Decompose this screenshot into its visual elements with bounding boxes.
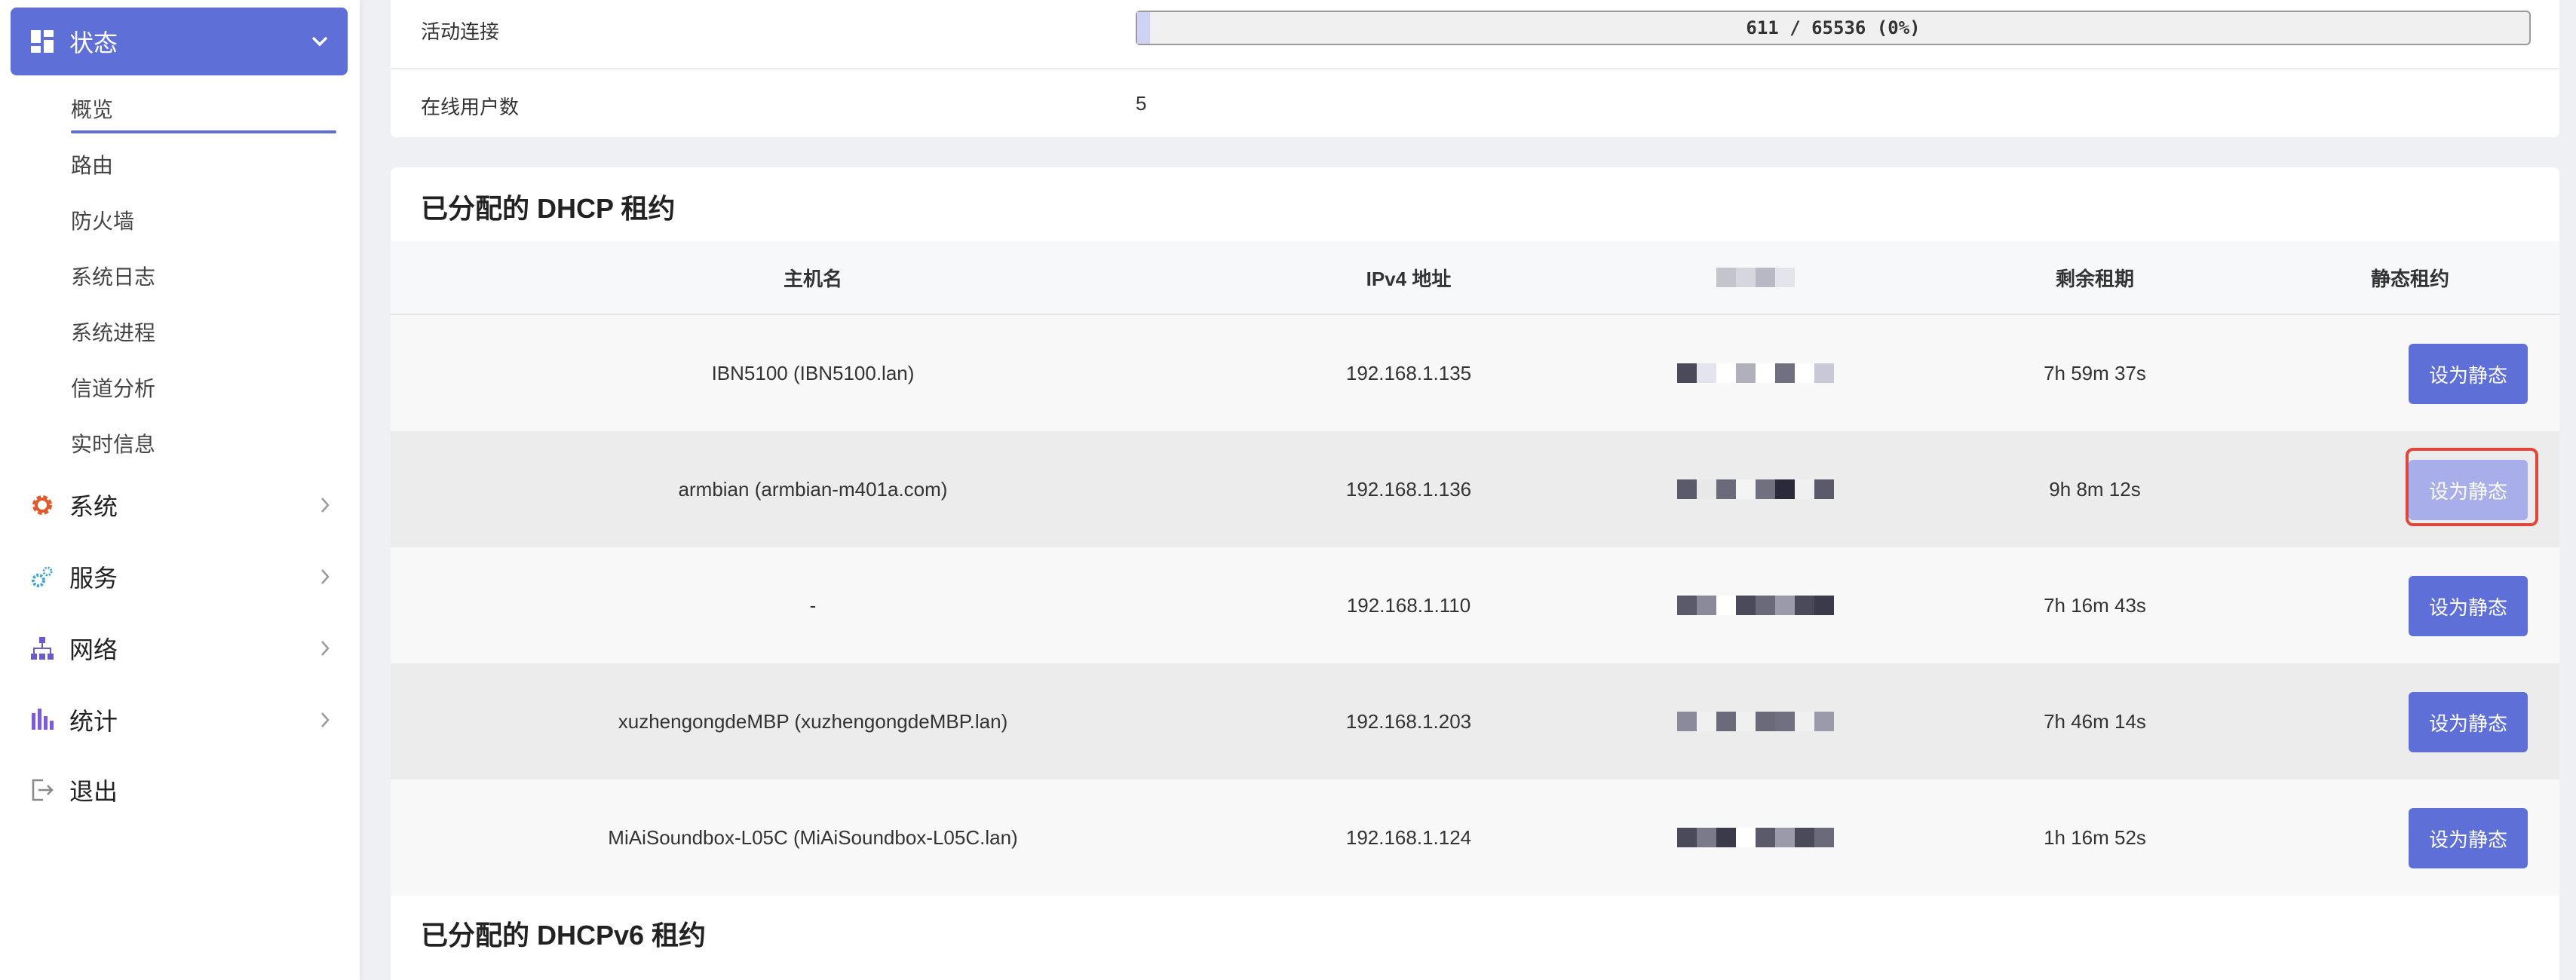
set-static-button[interactable]: 设为静态	[2409, 460, 2528, 520]
dhcp-leases-title: 已分配的 DHCP 租约	[421, 193, 676, 224]
cell-hostname: MiAiSoundbox-L05C (MiAiSoundbox-L05C.lan…	[608, 825, 1018, 849]
sidebar-item-system[interactable]: 系统	[27, 482, 336, 528]
table-row: IBN5100 (IBN5100.lan) 192.168.1.135 7h 5…	[391, 315, 2559, 431]
table-row: armbian (armbian-m401a.com) 192.168.1.13…	[391, 431, 2559, 547]
sidebar-item-services[interactable]: 服务	[27, 554, 336, 599]
active-connections-value: 611 / 65536 (0%)	[1746, 17, 1921, 38]
online-users-label: 在线用户数	[421, 96, 520, 118]
cell-hostname: IBN5100 (IBN5100.lan)	[711, 361, 915, 384]
sidebar-item-network[interactable]: 网络	[27, 626, 336, 671]
cell-mac-redacted	[1582, 431, 1929, 547]
sidebar-item-status[interactable]: 状态	[11, 8, 348, 75]
cell-action: 设为静态	[2261, 779, 2559, 896]
cell-remaining: 7h 59m 37s	[2044, 361, 2146, 384]
cell-ipv4: 192.168.1.135	[1345, 361, 1472, 384]
redacted-block	[1716, 267, 1795, 288]
active-connections-progress: 611 / 65536 (0%)	[1136, 11, 2531, 45]
cell-hostname: armbian (armbian-m401a.com)	[678, 477, 948, 501]
cell-ipv4: 192.168.1.110	[1346, 593, 1471, 617]
sidebar-subitem-realtime[interactable]: 实时信息	[71, 428, 155, 458]
logout-icon	[27, 775, 57, 805]
active-connections-row: 活动连接 611 / 65536 (0%)	[391, 0, 2559, 69]
sidebar-subitem-routes[interactable]: 路由	[71, 149, 113, 179]
sidebar-subitem-channel-analysis[interactable]: 信道分析	[71, 372, 155, 403]
cell-remaining: 1h 16m 52s	[2044, 825, 2146, 849]
dhcp-leases-card: 已分配的 DHCP 租约 主机名 IPv4 地址 剩余租期 静态租约 IBN51…	[391, 167, 2559, 980]
sidebar-item-label: 状态	[69, 29, 118, 57]
cell-remaining: 7h 46m 14s	[2044, 709, 2146, 733]
cell-mac-redacted	[1582, 663, 1929, 779]
cell-hostname: xuzhengongdeMBP (xuzhengongdeMBP.lan)	[618, 709, 1008, 733]
sidebar-item-label: 网络	[69, 636, 118, 663]
cell-remaining: 9h 8m 12s	[2049, 477, 2141, 501]
cell-action: 设为静态	[2261, 315, 2559, 431]
header-mac-blurred	[1582, 241, 1929, 314]
cell-hostname: -	[809, 593, 817, 617]
header-static: 静态租约	[2370, 267, 2449, 290]
cell-action: 设为静态	[2261, 547, 2559, 663]
header-hostname: 主机名	[783, 267, 842, 290]
sidebar-item-label: 退出	[69, 778, 118, 805]
sidebar-subitem-firewall[interactable]: 防火墙	[71, 205, 134, 235]
cell-ipv4: 192.168.1.136	[1345, 477, 1472, 501]
sidebar-item-logout[interactable]: 退出	[27, 767, 336, 813]
dashboard-icon	[27, 26, 57, 57]
cell-remaining: 7h 16m 43s	[2044, 593, 2146, 617]
sidebar-subitem-overview[interactable]: 概览	[71, 93, 113, 124]
cell-action: 设为静态	[2261, 431, 2559, 547]
sidebar-item-statistics[interactable]: 统计	[27, 697, 336, 743]
chevron-down-icon	[308, 30, 331, 53]
cell-ipv4: 192.168.1.203	[1345, 709, 1472, 733]
gear-icon	[27, 490, 57, 520]
cell-action: 设为静态	[2261, 663, 2559, 779]
sidebar-item-label: 服务	[69, 565, 118, 592]
active-connections-label: 活动连接	[421, 20, 500, 43]
sidebar-item-label: 统计	[69, 708, 118, 735]
sidebar-subitem-processes[interactable]: 系统进程	[71, 317, 155, 347]
set-static-button[interactable]: 设为静态	[2409, 692, 2528, 752]
set-static-button[interactable]: 设为静态	[2409, 576, 2528, 636]
table-row: - 192.168.1.110 7h 16m 43s 设为静态	[391, 547, 2559, 663]
cell-mac-redacted	[1582, 315, 1929, 431]
chevron-right-icon	[314, 709, 336, 731]
network-icon	[27, 633, 57, 663]
online-users-row: 在线用户数 5	[391, 69, 2559, 137]
header-remaining: 剩余租期	[2055, 267, 2134, 290]
online-users-value: 5	[1136, 92, 1147, 115]
chevron-right-icon	[314, 565, 336, 588]
cell-ipv4: 192.168.1.124	[1345, 825, 1472, 849]
set-static-button[interactable]: 设为静态	[2409, 808, 2528, 868]
dhcpv6-leases-title: 已分配的 DHCPv6 租约	[421, 920, 707, 951]
active-underline	[71, 130, 336, 133]
bar-chart-icon	[27, 705, 57, 735]
cell-mac-redacted	[1582, 779, 1929, 896]
services-icon	[27, 562, 57, 592]
header-ipv4: IPv4 地址	[1366, 267, 1452, 290]
chevron-right-icon	[314, 494, 336, 516]
sidebar: 状态 概览 路由 防火墙 系统日志 系统进程 信道分析 实时信息 系统 服务 网…	[0, 0, 360, 980]
set-static-button[interactable]: 设为静态	[2409, 344, 2528, 404]
sidebar-subitem-syslog[interactable]: 系统日志	[71, 261, 155, 291]
overview-card: 活动连接 611 / 65536 (0%) 在线用户数 5	[391, 0, 2559, 137]
table-header: 主机名 IPv4 地址 剩余租期 静态租约	[391, 241, 2559, 315]
progress-fill	[1137, 12, 1151, 44]
table-row: MiAiSoundbox-L05C (MiAiSoundbox-L05C.lan…	[391, 779, 2559, 896]
sidebar-item-label: 系统	[69, 493, 118, 520]
table-row: xuzhengongdeMBP (xuzhengongdeMBP.lan) 19…	[391, 663, 2559, 779]
cell-mac-redacted	[1582, 547, 1929, 663]
chevron-right-icon	[314, 637, 336, 660]
